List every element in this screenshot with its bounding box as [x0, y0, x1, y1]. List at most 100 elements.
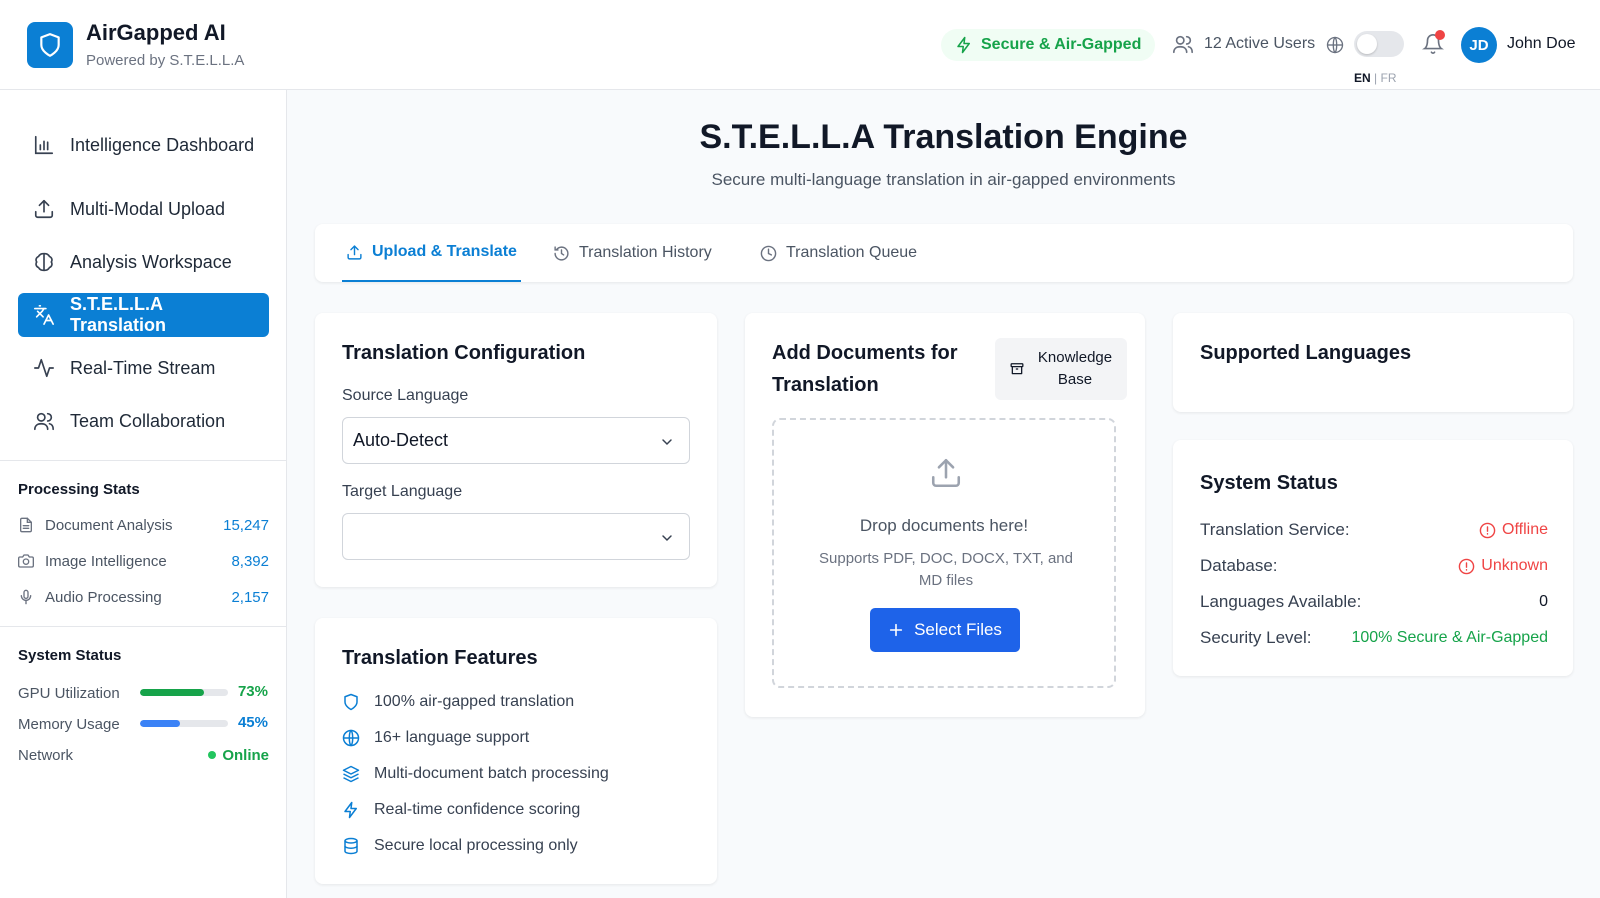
- chevron-down-icon: [659, 530, 675, 546]
- network-status: Online: [208, 747, 269, 764]
- status-row-database: Database: Unknown: [1200, 553, 1548, 579]
- status-row-security-level: Security Level: 100% Secure & Air-Gapped: [1200, 625, 1548, 651]
- knowledge-base-button[interactable]: Knowledge Base: [995, 338, 1127, 400]
- stat-row-image-intelligence: Image Intelligence 8,392: [18, 549, 269, 573]
- feature-label: Real-time confidence scoring: [374, 801, 581, 818]
- upload-icon: [346, 244, 363, 261]
- status-label: Security Level:: [1200, 628, 1312, 647]
- memory-progress-fill: [140, 720, 180, 727]
- globe-icon: [1326, 36, 1344, 54]
- sidebar-divider: [0, 460, 287, 461]
- sidebar-item-label: Real-Time Stream: [70, 357, 216, 378]
- stat-label: Audio Processing: [45, 588, 162, 606]
- status-label: Translation Service:: [1200, 520, 1350, 539]
- card-title-line: Add Documents for: [772, 342, 958, 364]
- mic-icon: [18, 589, 36, 605]
- gpu-value: 73%: [237, 683, 268, 700]
- lang-en: EN: [1354, 71, 1371, 85]
- top-header: AirGapped AI Powered by S.T.E.L.L.A Secu…: [0, 0, 1600, 90]
- dropzone-title: Drop documents here!: [859, 516, 1029, 535]
- archive-icon: [1010, 362, 1024, 376]
- history-icon: [553, 245, 570, 262]
- languages-icon: [32, 303, 56, 327]
- knowledge-base-label: Knowledge Base: [1038, 347, 1112, 391]
- gpu-progress-bar: [140, 689, 228, 696]
- sidebar-item-label: Team Collaboration: [70, 410, 226, 431]
- translation-configuration-card: Translation Configuration Source Languag…: [315, 313, 717, 587]
- document-dropzone[interactable]: Drop documents here! Supports PDF, DOC, …: [772, 418, 1116, 688]
- status-label: Database:: [1200, 556, 1278, 575]
- feature-item: Multi-document batch processing: [342, 763, 609, 785]
- sidebar-item-real-time-stream[interactable]: Real-Time Stream: [18, 346, 269, 390]
- feature-label: 100% air-gapped translation: [374, 693, 575, 710]
- memory-progress-bar: [140, 720, 228, 727]
- database-icon: [342, 837, 360, 855]
- stat-value: 15,247: [223, 516, 269, 534]
- feature-item: Real-time confidence scoring: [342, 799, 580, 821]
- user-name[interactable]: John Doe: [1507, 35, 1576, 53]
- layers-icon: [342, 765, 360, 783]
- sidebar-item-label: Intelligence Dashboard: [70, 135, 255, 155]
- translation-features-card: Translation Features 100% air-gapped tra…: [315, 618, 717, 884]
- feature-item: 16+ language support: [342, 727, 529, 749]
- add-documents-card: Add Documents for Translation Knowledge …: [745, 313, 1145, 717]
- lang-separator: |: [1374, 71, 1378, 85]
- active-users: 12 Active Users: [1172, 33, 1315, 55]
- tab-translation-queue[interactable]: Translation Queue: [760, 224, 917, 282]
- stat-row-audio-processing: Audio Processing 2,157: [18, 585, 269, 609]
- sidebar-item-stella-translation[interactable]: S.T.E.L.L.A Translation: [18, 293, 269, 337]
- card-title: Translation Features: [342, 647, 538, 669]
- notification-dot: [1435, 30, 1445, 40]
- shield-icon: [342, 693, 360, 711]
- system-status-heading: System Status: [18, 647, 122, 664]
- tab-label: Upload & Translate: [372, 243, 517, 260]
- target-language-select[interactable]: [342, 513, 690, 560]
- upload-icon: [929, 456, 963, 490]
- source-language-select[interactable]: Auto-Detect: [342, 417, 690, 464]
- select-files-label: Select Files: [914, 620, 1002, 639]
- bar-chart-icon: [32, 133, 56, 157]
- language-toggle[interactable]: [1354, 31, 1404, 57]
- avatar[interactable]: JD: [1461, 27, 1497, 63]
- knowledge-base-line: Knowledge: [1037, 349, 1113, 366]
- tab-upload-translate[interactable]: Upload & Translate: [342, 224, 521, 282]
- gpu-label: GPU Utilization: [18, 684, 120, 702]
- status-row-translation-service: Translation Service: Offline: [1200, 517, 1548, 543]
- status-row-languages-available: Languages Available: 0: [1200, 589, 1548, 615]
- sidebar-item-intelligence-dashboard[interactable]: Intelligence Dashboard: [18, 116, 269, 174]
- source-language-label: Source Language: [342, 387, 469, 404]
- sidebar-item-analysis-workspace[interactable]: Analysis Workspace: [18, 240, 269, 284]
- card-title: Supported Languages: [1200, 342, 1412, 364]
- sidebar-divider: [0, 626, 287, 627]
- select-files-button[interactable]: Select Files: [870, 608, 1020, 652]
- feature-label: Secure local processing only: [374, 837, 578, 854]
- dropzone-subtitle: Supports PDF, DOC, DOCX, TXT, and MD fil…: [819, 550, 1073, 589]
- activity-icon: [32, 356, 56, 380]
- zap-icon: [955, 36, 973, 54]
- language-indicator: EN | FR: [1354, 71, 1396, 85]
- secure-badge-label: Secure & Air-Gapped: [981, 36, 1142, 53]
- active-users-label: 12 Active Users: [1204, 35, 1316, 52]
- users-icon: [1172, 33, 1194, 55]
- tab-bar: Upload & Translate Translation History T…: [315, 224, 1573, 282]
- memory-value: 45%: [237, 714, 268, 731]
- system-status-card: System Status Translation Service: Offli…: [1173, 440, 1573, 676]
- tab-label: Translation History: [579, 244, 712, 261]
- stat-label: Image Intelligence: [45, 552, 167, 570]
- clock-icon: [760, 245, 777, 262]
- sidebar-item-label: Analysis Workspace: [70, 251, 232, 272]
- online-dot-icon: [208, 751, 217, 759]
- toggle-knob: [1357, 34, 1377, 54]
- sidebar-item-multi-modal-upload[interactable]: Multi-Modal Upload: [18, 187, 269, 231]
- network-row: Network Online: [18, 743, 269, 767]
- alert-circle-icon: [1458, 558, 1475, 575]
- feature-label: Multi-document batch processing: [374, 765, 609, 782]
- memory-label: Memory Usage: [18, 715, 120, 733]
- zap-icon: [342, 801, 360, 819]
- app-subtitle: Powered by S.T.E.L.L.A: [86, 52, 245, 69]
- sidebar-item-team-collaboration[interactable]: Team Collaboration: [18, 399, 269, 443]
- sidebar: Intelligence Dashboard Multi-Modal Uploa…: [0, 90, 287, 898]
- tab-translation-history[interactable]: Translation History: [553, 224, 712, 282]
- processing-stats-heading: Processing Stats: [18, 481, 140, 498]
- brain-icon: [32, 250, 56, 274]
